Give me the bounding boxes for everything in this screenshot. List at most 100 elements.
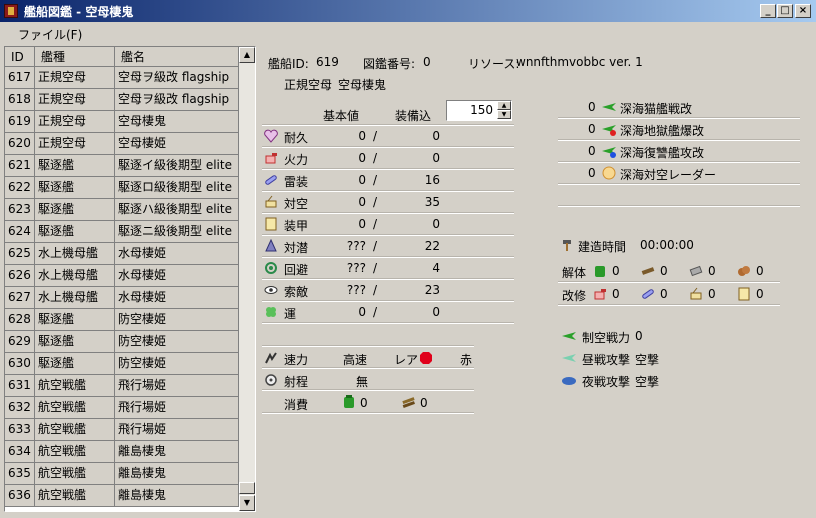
ship-type: 正規空母 — [284, 78, 333, 92]
air-power-label: 制空戦力 — [582, 331, 631, 345]
equipment-count: 0 — [588, 166, 596, 180]
stat-base-value: 0 — [358, 151, 366, 165]
table-row[interactable]: 628 駆逐艦 防空棲姫 — [5, 309, 239, 331]
table-row[interactable]: 621 駆逐艦 駆逐イ級後期型 elite — [5, 155, 239, 177]
consume-ammo-value: 0 — [420, 396, 428, 410]
asw-icon — [264, 238, 278, 253]
row-id: 631 — [5, 375, 35, 397]
row-type: 航空戦艦 — [35, 441, 115, 463]
bomber-red-icon — [601, 122, 617, 136]
base-value-header: 基本値 — [323, 109, 360, 123]
equipment-name: 深海復讐艦攻改 — [620, 146, 705, 160]
equipment-count: 0 — [588, 144, 596, 158]
table-row[interactable]: 626 水上機母艦 水母棲姫 — [5, 265, 239, 287]
speed-value: 高速 — [343, 353, 368, 367]
stat-base-value: 0 — [358, 217, 366, 231]
row-name: 防空棲姫 — [115, 331, 239, 353]
row-name: 離島棲鬼 — [115, 463, 239, 485]
row-type: 水上機母艦 — [35, 243, 115, 265]
stat-equip-value: 0 — [432, 217, 440, 231]
row-name: 離島棲鬼 — [115, 441, 239, 463]
ship-id-value: 619 — [316, 55, 339, 69]
row-name: 離島棲鬼 — [115, 485, 239, 507]
stat-base-value: 0 — [358, 195, 366, 209]
row-type: 航空戦艦 — [35, 463, 115, 485]
firepower-icon — [264, 151, 278, 165]
stat-equip-value: 16 — [424, 173, 440, 187]
row-id: 624 — [5, 221, 35, 243]
row-type: 駆逐艦 — [35, 155, 115, 177]
table-row[interactable]: 632 航空戦艦 飛行場姫 — [5, 397, 239, 419]
row-type: 航空戦艦 — [35, 485, 115, 507]
spin-down-button[interactable]: ▼ — [497, 110, 511, 119]
table-row[interactable]: 622 駆逐艦 駆逐ロ級後期型 elite — [5, 177, 239, 199]
column-header-type[interactable]: 艦種 — [35, 47, 115, 67]
stat-slash: / — [373, 305, 378, 319]
table-row[interactable]: 620 正規空母 空母棲姫 — [5, 133, 239, 155]
table-row[interactable]: 623 駆逐艦 駆逐ハ級後期型 elite — [5, 199, 239, 221]
torpedo-icon — [264, 173, 278, 187]
luck-icon — [264, 305, 278, 319]
table-row[interactable]: 618 正規空母 空母ヲ級改 flagship — [5, 89, 239, 111]
row-id: 619 — [5, 111, 35, 133]
row-type: 航空戦艦 — [35, 397, 115, 419]
column-header-id[interactable]: ID — [5, 47, 35, 67]
resource-label: リソース: — [468, 57, 520, 71]
steel-icon — [689, 264, 703, 278]
scroll-down-button[interactable]: ▼ — [239, 495, 255, 511]
row-name: 水母棲姫 — [115, 287, 239, 309]
row-id: 634 — [5, 441, 35, 463]
row-name: 空母ヲ級改 flagship — [115, 67, 239, 89]
table-row[interactable]: 629 駆逐艦 防空棲姫 — [5, 331, 239, 353]
antiair-icon — [689, 287, 703, 301]
bauxite-icon — [737, 264, 751, 278]
stat-equip-value: 22 — [424, 239, 440, 253]
column-header-name[interactable]: 艦名 — [115, 47, 239, 67]
antiair-icon — [264, 195, 278, 209]
stat-base-value: ??? — [346, 261, 366, 275]
level-value: 150 — [470, 103, 493, 117]
table-row[interactable]: 624 駆逐艦 駆逐ニ級後期型 elite — [5, 221, 239, 243]
stat-slash: / — [373, 261, 378, 275]
minimize-button[interactable]: _ — [760, 4, 776, 18]
row-name: 空母棲鬼 — [115, 111, 239, 133]
maximize-button[interactable]: □ — [777, 4, 793, 18]
table-row[interactable]: 625 水上機母艦 水母棲姫 — [5, 243, 239, 265]
level-spinner[interactable]: 150 ▲ ▼ — [446, 100, 512, 121]
table-row[interactable]: 635 航空戦艦 離島棲鬼 — [5, 463, 239, 485]
speed-icon — [264, 351, 278, 365]
spin-up-button[interactable]: ▲ — [497, 101, 511, 110]
table-row[interactable]: 619 正規空母 空母棲鬼 — [5, 111, 239, 133]
equip-value-header: 装備込 — [395, 109, 432, 123]
equipment-count: 0 — [588, 100, 596, 114]
fighter-green-icon — [561, 329, 576, 343]
book-icon — [4, 4, 18, 18]
row-id: 620 — [5, 133, 35, 155]
night-attack-value: 空撃 — [635, 375, 660, 389]
row-id: 630 — [5, 353, 35, 375]
table-row[interactable]: 617 正規空母 空母ヲ級改 flagship — [5, 67, 239, 89]
table-row[interactable]: 627 水上機母艦 水母棲姫 — [5, 287, 239, 309]
row-name: 駆逐ニ級後期型 elite — [115, 221, 239, 243]
list-scrollbar[interactable]: ▲ ▼ — [239, 47, 255, 511]
scroll-up-button[interactable]: ▲ — [239, 47, 255, 63]
table-row[interactable]: 630 駆逐艦 防空棲姫 — [5, 353, 239, 375]
row-name: 駆逐ハ級後期型 elite — [115, 199, 239, 221]
consume-fuel-value: 0 — [360, 396, 368, 410]
stat-slash: / — [373, 283, 378, 297]
table-row[interactable]: 633 航空戦艦 飛行場姫 — [5, 419, 239, 441]
table-row[interactable]: 631 航空戦艦 飛行場姫 — [5, 375, 239, 397]
firepower-icon — [593, 287, 607, 301]
row-type: 正規空母 — [35, 133, 115, 155]
row-name: 防空棲姫 — [115, 309, 239, 331]
table-row[interactable]: 634 航空戦艦 離島棲鬼 — [5, 441, 239, 463]
scroll-thumb[interactable] — [239, 482, 255, 494]
equipment-name: 深海地獄艦爆改 — [620, 124, 705, 138]
ship-list[interactable]: ID 艦種 艦名 617 正規空母 空母ヲ級改 flagship 618 正規空母 空母ヲ… — [4, 46, 256, 512]
menu-file[interactable]: ファイル(F) — [18, 26, 82, 43]
table-row[interactable]: 636 航空戦艦 離島棲鬼 — [5, 485, 239, 507]
close-button[interactable]: × — [795, 4, 811, 18]
row-id: 635 — [5, 463, 35, 485]
divider — [262, 234, 514, 236]
divider — [262, 212, 514, 214]
